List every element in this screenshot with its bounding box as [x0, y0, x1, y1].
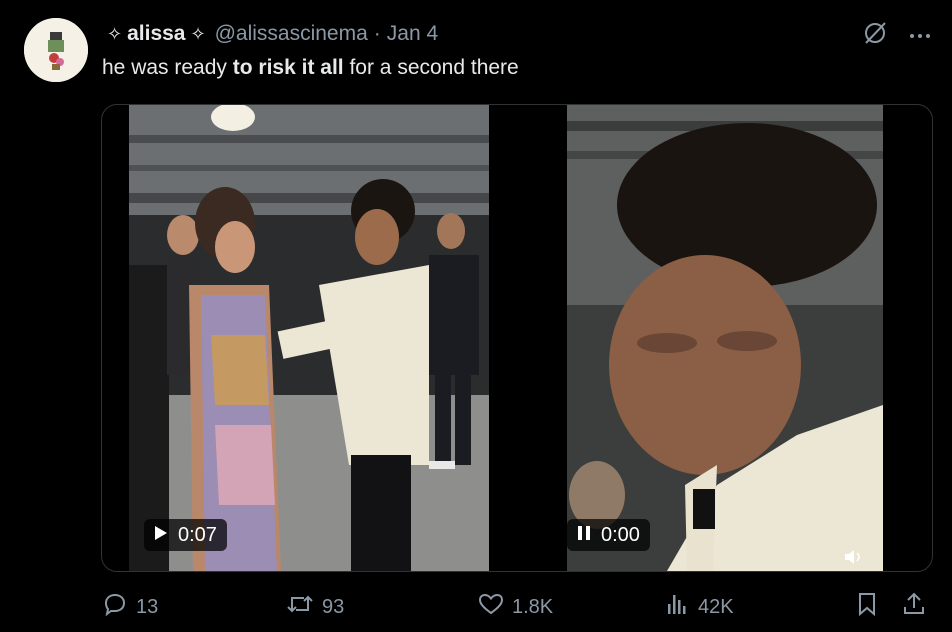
pause-icon[interactable] — [577, 524, 591, 547]
bookmark-icon — [856, 592, 878, 622]
avatar[interactable] — [24, 18, 88, 82]
user-handle[interactable]: @alissascinema — [215, 22, 368, 46]
reply-button[interactable]: 13 — [102, 592, 158, 622]
tweet-menu — [862, 20, 932, 51]
video-timer-2[interactable]: 0:00 — [567, 519, 650, 551]
retweet-button[interactable]: 93 — [286, 592, 344, 622]
tweet-date[interactable]: Jan 4 — [387, 22, 438, 46]
volume-icon[interactable] — [843, 550, 865, 567]
tweet-text: he was ready to risk it all for a second… — [102, 56, 519, 80]
share-button[interactable] — [902, 592, 926, 622]
retweet-icon — [286, 593, 314, 621]
tweet-header: ✧ alissa ✧ @alissascinema · Jan 4 — [102, 20, 438, 48]
video-player-2[interactable]: 0:00 — [567, 105, 883, 571]
bookmark-button[interactable] — [856, 592, 878, 622]
video-time-1: 0:07 — [178, 523, 217, 546]
views-button[interactable]: 42K — [666, 592, 734, 622]
reply-icon — [102, 592, 128, 622]
sparkle-icon: ✧ — [107, 23, 123, 44]
tweet-text-plain-end: for a second there — [343, 56, 519, 79]
tweet-text-bold: to risk it all — [232, 56, 344, 79]
tweet-text-plain: he was ready — [102, 56, 233, 79]
grok-icon[interactable] — [862, 20, 888, 51]
share-icon — [902, 592, 926, 622]
play-icon[interactable] — [154, 524, 168, 547]
like-button[interactable]: 1.8K — [478, 592, 553, 622]
like-icon — [478, 593, 504, 621]
retweet-count: 93 — [322, 595, 345, 618]
separator-dot: · — [373, 22, 381, 45]
sparkle-icon: ✧ — [190, 23, 206, 44]
views-icon — [666, 593, 690, 621]
views-count: 42K — [698, 595, 734, 618]
video-time-2: 0:00 — [601, 523, 640, 546]
display-name[interactable]: alissa — [127, 22, 185, 46]
action-bar: 13 93 1.8K 42K — [102, 592, 932, 622]
video-timer-1[interactable]: 0:07 — [144, 519, 227, 551]
like-count: 1.8K — [512, 595, 554, 618]
video-player-1[interactable]: 0:07 — [129, 105, 489, 571]
media-grid: 0:07 0:00 — [101, 104, 933, 572]
more-icon[interactable] — [908, 27, 932, 45]
reply-count: 13 — [136, 595, 159, 618]
